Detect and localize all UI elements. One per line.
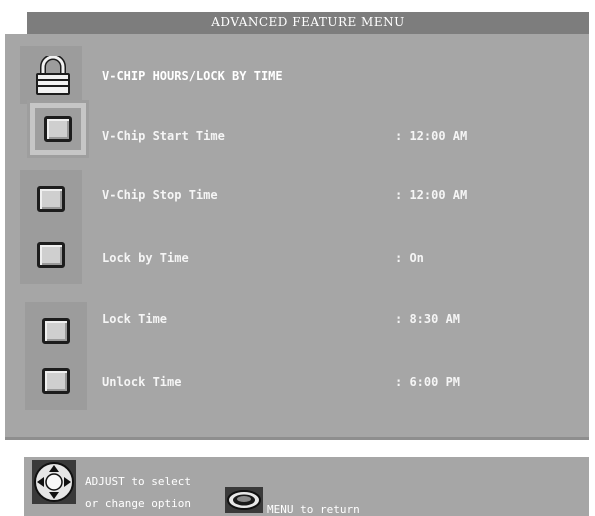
option-button-icon: [37, 186, 65, 212]
option-button-icon: [37, 242, 65, 268]
row-label-vchip-start[interactable]: V-Chip Start Time: [102, 129, 225, 143]
help-text-menu-return: MENU to return: [267, 503, 360, 516]
option-button-icon: [42, 368, 70, 394]
row-icon-tile-unlock-time[interactable]: [25, 352, 87, 410]
option-button-icon: [42, 318, 70, 344]
section-heading: V-CHIP HOURS/LOCK BY TIME: [102, 69, 283, 83]
option-button-icon: [44, 116, 72, 142]
row-label-vchip-stop[interactable]: V-Chip Stop Time: [102, 188, 218, 202]
row-icon-tile-vchip-start[interactable]: [27, 100, 89, 158]
row-label-lock-time[interactable]: Lock Time: [102, 312, 167, 326]
menu-title: ADVANCED FEATURE MENU: [211, 15, 405, 29]
row-value-lock-by-time[interactable]: : On: [395, 251, 424, 265]
menu-button-icon: [225, 487, 263, 513]
row-value-unlock-time[interactable]: : 6:00 PM: [395, 375, 460, 389]
row-value-vchip-stop[interactable]: : 12:00 AM: [395, 188, 467, 202]
help-bar: ADJUST to select or change option MENU t…: [24, 457, 589, 516]
row-value-vchip-start[interactable]: : 12:00 AM: [395, 129, 467, 143]
row-icon-tile-vchip-stop[interactable]: [20, 170, 82, 228]
help-text-change-option: or change option: [85, 497, 191, 510]
row-value-lock-time[interactable]: : 8:30 AM: [395, 312, 460, 326]
menu-title-bar: ADVANCED FEATURE MENU: [27, 12, 589, 35]
help-text-adjust: ADJUST to select: [85, 475, 191, 488]
row-icon-tile-lock-by-time[interactable]: [20, 226, 82, 284]
menu-panel: V-CHIP HOURS/LOCK BY TIME V-Chip Start T…: [5, 34, 589, 440]
row-label-lock-by-time[interactable]: Lock by Time: [102, 251, 189, 265]
padlock-icon: [36, 56, 70, 95]
directional-pad-icon: [32, 460, 76, 504]
row-label-unlock-time[interactable]: Unlock Time: [102, 375, 181, 389]
header-icon-tile: [20, 46, 82, 104]
